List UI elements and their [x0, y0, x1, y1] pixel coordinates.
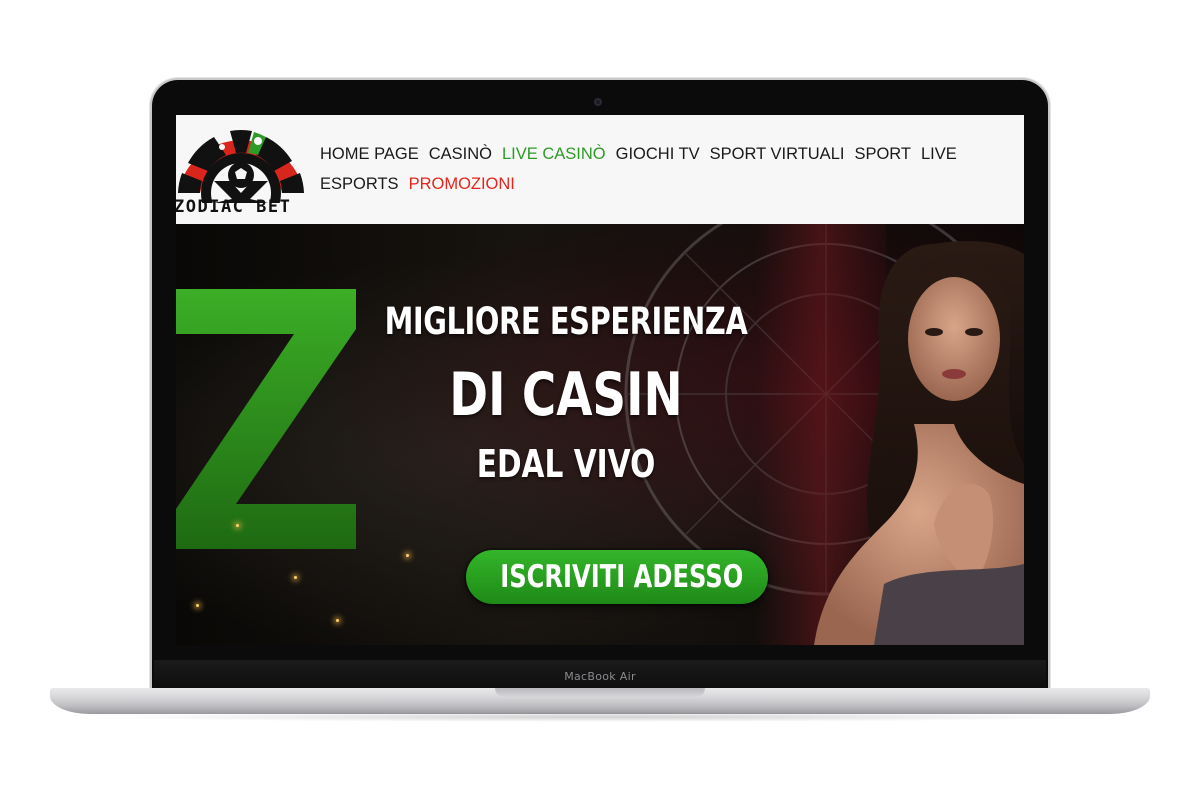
dealer-photo [814, 241, 1024, 645]
sparkle [406, 554, 409, 557]
laptop-shadow [90, 712, 1110, 722]
sparkle [196, 604, 199, 607]
hero-banner: MIGLIORE ESPERIENZA DI CASIN EDAL VIVO I… [176, 224, 1024, 645]
hero-headline-line2: DI CASIN [449, 360, 683, 430]
sparkle [294, 576, 297, 579]
nav-item-home-page[interactable]: HOME PAGE [320, 139, 419, 169]
laptop-model-label: MacBook Air [564, 670, 636, 683]
sparkle [336, 619, 339, 622]
nav-item-casino[interactable]: CASINÒ [429, 139, 492, 169]
nav-item-live-casino[interactable]: LIVE CASINÒ [502, 139, 606, 169]
roulette-wheel-icon [178, 130, 304, 203]
signup-cta-button[interactable]: ISCRIVITI ADESSO [466, 550, 768, 604]
nav-item-promozioni[interactable]: PROMOZIONI [409, 169, 515, 199]
hero-headline-line1: MIGLIORE ESPERIENZA [384, 300, 748, 343]
nav-item-sport[interactable]: SPORT [854, 139, 911, 169]
laptop-hinge-notch [495, 688, 705, 697]
nav-item-sport-virtuali[interactable]: SPORT VIRTUALI [710, 139, 845, 169]
site-header: ZODIAC BET HOME PAGE CASINÒ LIVE CASINÒ … [176, 115, 1024, 224]
browser-screen: ZODIAC BET HOME PAGE CASINÒ LIVE CASINÒ … [176, 115, 1024, 645]
webcam-icon [594, 98, 602, 106]
main-nav: HOME PAGE CASINÒ LIVE CASINÒ GIOCHI TV S… [320, 139, 1020, 199]
cta-label: ISCRIVITI ADESSO [500, 559, 744, 595]
nav-item-live[interactable]: LIVE [921, 139, 957, 169]
nav-row-2: ESPORTS PROMOZIONI [320, 169, 1020, 199]
nav-item-esports[interactable]: ESPORTS [320, 169, 399, 199]
nav-row-1: HOME PAGE CASINÒ LIVE CASINÒ GIOCHI TV S… [320, 139, 1020, 169]
big-z-letter-icon [176, 289, 356, 549]
hero-headline-line3: EDAL VIVO [476, 442, 656, 486]
sparkle [236, 524, 239, 527]
zodiac-bet-logo[interactable]: ZODIAC BET [176, 123, 308, 221]
logo-text: ZODIAC BET [176, 197, 292, 217]
nav-item-giochi-tv[interactable]: GIOCHI TV [616, 139, 700, 169]
